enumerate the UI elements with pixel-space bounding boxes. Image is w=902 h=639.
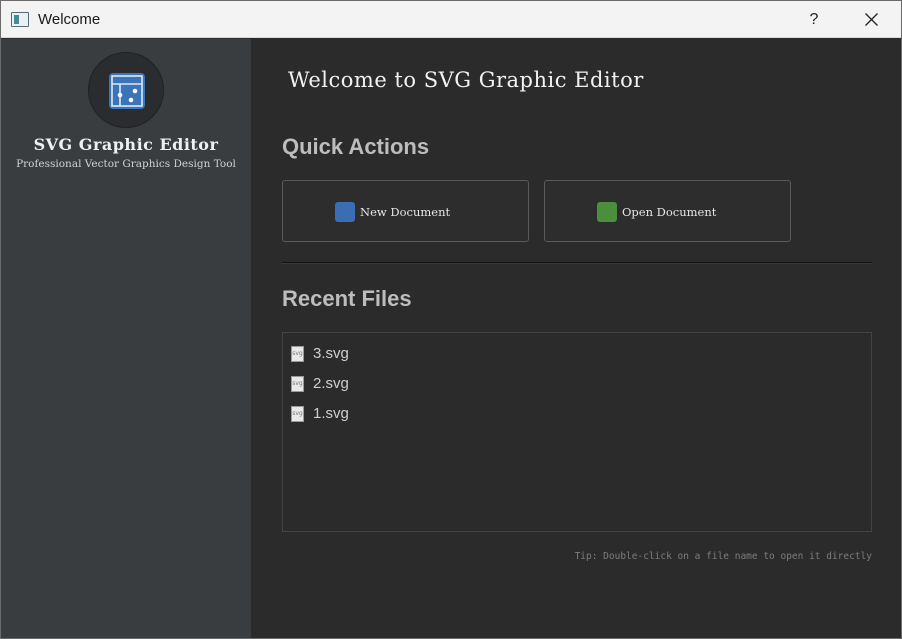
svg-file-icon: svg [291, 346, 304, 362]
editor-logo-icon [109, 73, 145, 109]
quick-actions-title: Quick Actions [282, 134, 430, 159]
open-document-icon [597, 202, 617, 222]
app-name: SVG Graphic Editor [33, 135, 219, 154]
list-item[interactable]: svg 2.svg [291, 373, 491, 395]
open-document-label: Open Document [622, 205, 717, 219]
new-document-icon [335, 202, 355, 222]
recent-files-list[interactable]: svg 3.svg svg 2.svg svg 1.svg [282, 332, 872, 532]
tip-text: Tip: Double-click on a file name to open… [574, 551, 872, 562]
welcome-title: Welcome to SVG Graphic Editor [288, 68, 644, 92]
list-item[interactable]: svg 3.svg [291, 343, 491, 365]
main-panel: Welcome to SVG Graphic Editor Quick Acti… [251, 39, 901, 638]
welcome-dialog: Welcome ? SVG Graphic Editor Professiona… [0, 0, 902, 639]
svg-file-icon: svg [291, 376, 304, 392]
app-tagline-container: Professional Vector Graphics Design Tool [1, 158, 251, 174]
new-document-button[interactable]: New Document [282, 180, 529, 242]
recent-files-title: Recent Files [282, 286, 412, 311]
close-button[interactable] [847, 1, 897, 38]
file-name: 3.svg [313, 345, 349, 362]
sidebar: SVG Graphic Editor Professional Vector G… [1, 39, 251, 638]
window-title: Welcome [38, 11, 101, 28]
app-tagline: Professional Vector Graphics Design Tool [16, 158, 236, 170]
open-document-button[interactable]: Open Document [544, 180, 791, 242]
file-name: 1.svg [313, 405, 349, 422]
help-button[interactable]: ? [789, 1, 839, 38]
title-bar: Welcome ? [1, 1, 901, 38]
file-name: 2.svg [313, 375, 349, 392]
section-divider [282, 262, 872, 264]
window-app-icon [11, 12, 29, 27]
new-document-label: New Document [360, 205, 451, 219]
list-item[interactable]: svg 1.svg [291, 403, 491, 425]
close-icon [865, 13, 878, 26]
app-logo [88, 52, 164, 128]
svg-file-icon: svg [291, 406, 304, 422]
